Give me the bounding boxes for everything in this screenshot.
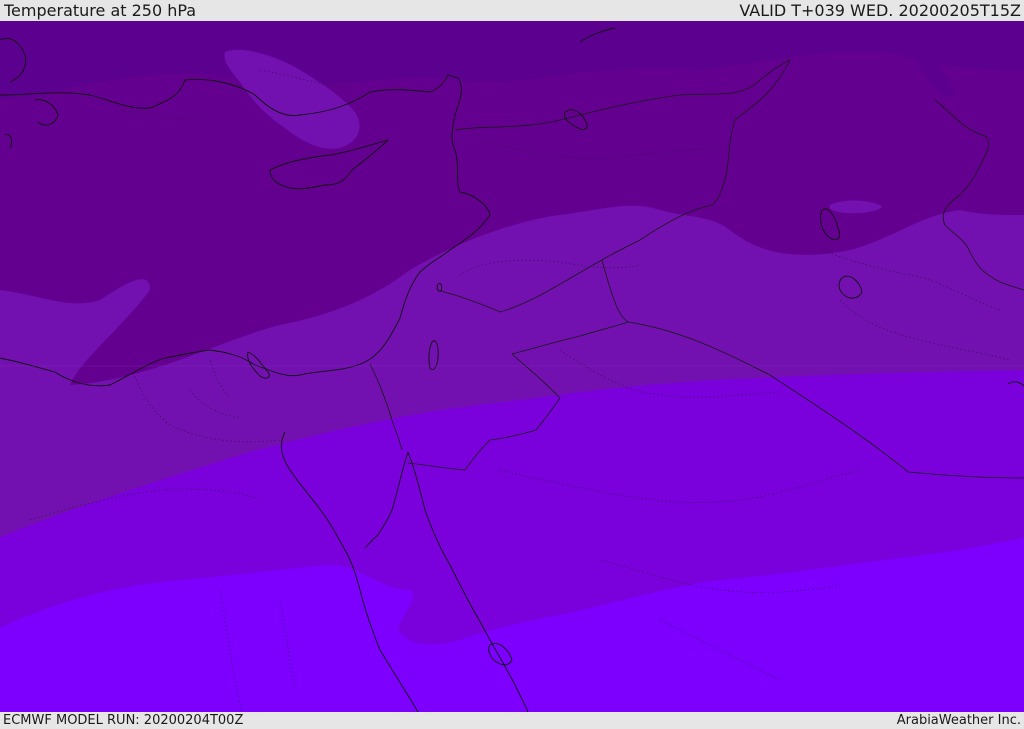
model-run-label: ECMWF MODEL RUN: 20200204T00Z [3, 713, 244, 728]
weather-map-viewer: Temperature at 250 hPa VALID T+039 WED. … [0, 0, 1024, 729]
map-canvas[interactable] [0, 21, 1024, 712]
credit-label: ArabiaWeather Inc. [896, 713, 1021, 728]
header-bar: Temperature at 250 hPa VALID T+039 WED. … [0, 0, 1024, 21]
map-title: Temperature at 250 hPa [4, 1, 197, 20]
footer-bar: ECMWF MODEL RUN: 20200204T00Z ArabiaWeat… [0, 712, 1024, 729]
temperature-map[interactable] [0, 21, 1024, 712]
valid-time: VALID T+039 WED. 20200205T15Z [739, 1, 1021, 20]
